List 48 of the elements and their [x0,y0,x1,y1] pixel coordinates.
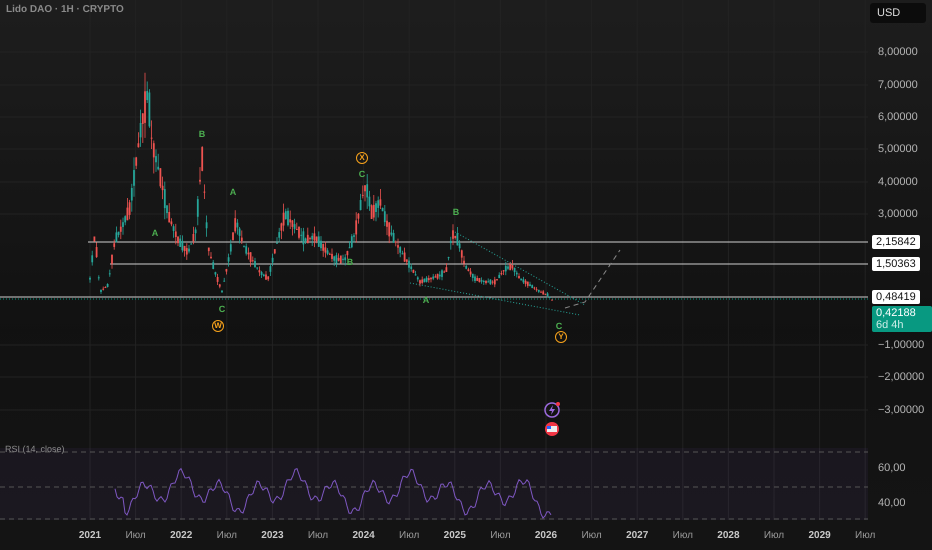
wave-label: C [218,304,226,314]
time-axis-label: 2029 [808,530,831,541]
time-axis-label: 2027 [626,530,648,541]
time-axis-label: 2028 [717,530,740,541]
axis-tick: −3,00000 [878,404,924,416]
indicator-title: RSI (14, close) [5,444,65,454]
axis-tick: 60,00 [878,462,906,474]
time-axis-label: 2021 [78,530,102,541]
chart-title: Lido DAO · 1H · CRYPTO [6,4,124,15]
axis-tick: 3,00000 [878,208,918,220]
wave-label: A [230,187,236,197]
wave-label: X [356,152,368,164]
wave-label: C [556,321,562,331]
time-axis-label: Июл [490,530,511,541]
time-axis-label: 2022 [170,530,192,541]
price-level-label: 0,48419 [872,290,920,304]
time-axis-label: Июл [308,530,328,541]
axis-tick: 4,00000 [878,176,918,188]
axis-tick: −1,00000 [878,339,924,351]
wave-label: A [152,228,158,238]
time-axis-label: 2025 [444,530,466,541]
time-axis-label: Июл [855,530,876,541]
candle-countdown: 6d 4h [876,319,905,331]
currency-button[interactable]: USD [870,3,926,23]
time-axis-label: Июл [216,530,237,541]
wave-label: A [422,295,430,305]
current-price: 0,42188 [876,307,917,319]
wave-label: W [212,320,224,332]
price-level-label: 1,50363 [872,257,920,271]
wave-label: B [198,129,206,139]
wave-label: Y [555,331,567,343]
axis-tick: 8,00000 [878,46,918,58]
wave-label: C [358,169,366,179]
axis-tick: 7,00000 [878,79,918,91]
axis-tick: 6,00000 [878,111,918,123]
wave-label: B [452,207,460,217]
axis-tick: −2,00000 [878,371,924,383]
time-axis-label: 2026 [534,530,558,541]
time-axis-label: 2024 [352,530,375,541]
time-axis-label: Июл [399,530,420,541]
time-axis-label: Июл [125,530,146,541]
time-axis-label: Июл [764,530,784,541]
axis-tick: 40,00 [878,497,906,509]
time-axis-label: Июл [672,530,693,541]
time-axis-label: 2023 [261,530,284,541]
axis-tick: 5,00000 [878,143,918,155]
price-level-label: 2,15842 [872,235,920,249]
time-axis-label: Июл [581,530,602,541]
